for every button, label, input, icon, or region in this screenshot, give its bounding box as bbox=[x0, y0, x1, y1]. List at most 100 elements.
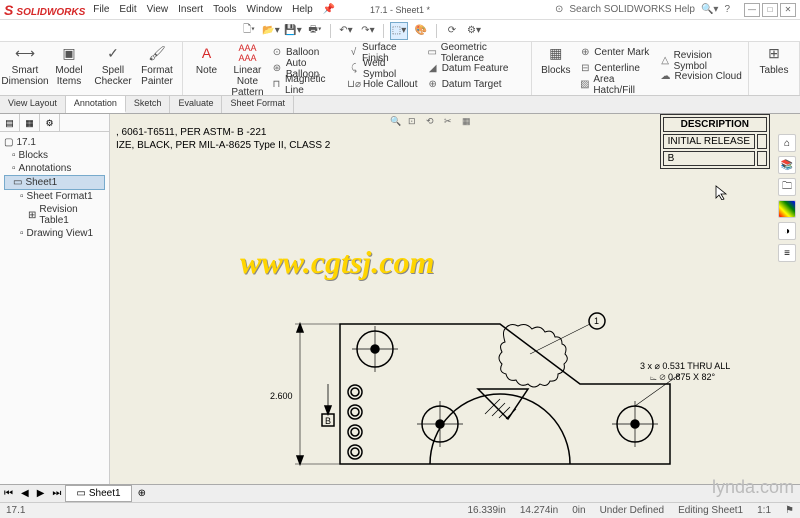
drawing-canvas[interactable]: 🔍 ⊡ ⟲ ✂ ▦ DESCRIPTION INITIAL RELEASE B … bbox=[110, 114, 800, 484]
tab-view-layout[interactable]: View Layout bbox=[0, 96, 66, 113]
tree-blocks[interactable]: ▫Blocks bbox=[4, 149, 105, 162]
search-label[interactable]: Search SOLIDWORKS Help bbox=[569, 4, 695, 15]
appearance-icon[interactable]: ◑ bbox=[778, 222, 796, 240]
nav-prev-icon[interactable]: ◀ bbox=[17, 488, 33, 499]
rev-header: DESCRIPTION bbox=[663, 117, 767, 132]
tab-evaluate[interactable]: Evaluate bbox=[170, 96, 222, 113]
save-icon[interactable]: 💾▾ bbox=[284, 22, 302, 40]
separator bbox=[436, 24, 437, 38]
fm-tab-prop[interactable]: ▦ bbox=[20, 114, 40, 132]
datum-feature-button[interactable]: ◢Datum Feature bbox=[427, 61, 526, 76]
format-painter-button[interactable]: 🖌Format Painter bbox=[138, 44, 176, 93]
library-icon[interactable]: 📚 bbox=[778, 156, 796, 174]
gtol-icon: ▭ bbox=[427, 47, 438, 59]
weld-symbol-button[interactable]: ⤹Weld Symbol bbox=[348, 61, 421, 76]
explorer-icon[interactable]: 🗀 bbox=[778, 178, 796, 196]
minimize-button[interactable]: — bbox=[744, 3, 760, 17]
tab-sketch[interactable]: Sketch bbox=[126, 96, 171, 113]
blocks-icon: ▦ bbox=[546, 44, 566, 64]
datum-b: B bbox=[325, 416, 331, 426]
drawing-view[interactable]: 2.600 B 1 3 x ⌀ 0.531 THRU ALL ⌳ ⌀ 0.875… bbox=[240, 274, 740, 484]
drawing-notes[interactable]: , 6061-T6511, PER ASTM- B -221 IZE, BLAC… bbox=[116, 126, 330, 152]
zoom-area-icon[interactable]: ⊡ bbox=[408, 116, 424, 130]
home-icon[interactable]: ⌂ bbox=[778, 134, 796, 152]
select-icon[interactable]: ⬚▾ bbox=[390, 22, 408, 40]
tables-button[interactable]: ⊞Tables bbox=[755, 44, 793, 93]
note-button[interactable]: ANote bbox=[189, 44, 224, 93]
sheet-icon: ▭ bbox=[13, 177, 22, 188]
tree-rev-table[interactable]: ⊞Revision Table1 bbox=[4, 203, 105, 227]
rev-cell: B bbox=[663, 151, 755, 166]
tree-annotations[interactable]: ▫Annotations bbox=[4, 162, 105, 175]
close-button[interactable]: ✕ bbox=[780, 3, 796, 17]
print-icon[interactable]: 🖶▾ bbox=[306, 22, 324, 40]
datum-target-button[interactable]: ⊕Datum Target bbox=[427, 77, 526, 92]
revision-table[interactable]: DESCRIPTION INITIAL RELEASE B bbox=[660, 114, 770, 169]
search-icon: ⊙ bbox=[555, 4, 563, 15]
section-icon[interactable]: ✂ bbox=[444, 116, 460, 130]
hole-callout-1: 3 x ⌀ 0.531 THRU ALL bbox=[640, 361, 730, 371]
app-logo: S SOLIDWORKS bbox=[4, 2, 85, 18]
nav-first-icon[interactable]: ⏮ bbox=[0, 488, 17, 499]
zoom-fit-icon[interactable]: 🔍 bbox=[390, 116, 406, 130]
blocks-button[interactable]: ▦Blocks bbox=[538, 44, 573, 93]
prev-view-icon[interactable]: ⟲ bbox=[426, 116, 442, 130]
lynda-watermark: lynda.com bbox=[712, 477, 794, 498]
menu-help[interactable]: Help bbox=[292, 4, 313, 15]
rebuild-icon[interactable]: ⟳ bbox=[443, 22, 461, 40]
maximize-button[interactable]: □ bbox=[762, 3, 778, 17]
title-bar: S SOLIDWORKS File Edit View Insert Tools… bbox=[0, 0, 800, 20]
menu-window[interactable]: Window bbox=[247, 4, 283, 15]
model-icon: ▣ bbox=[59, 44, 79, 64]
new-icon[interactable]: 🗋▾ bbox=[240, 22, 258, 40]
tree-sheet1[interactable]: ▭Sheet1 bbox=[4, 175, 105, 190]
redo-icon[interactable]: ↷▾ bbox=[359, 22, 377, 40]
linear-note-button[interactable]: AAAAAALinear Note Pattern bbox=[230, 44, 265, 93]
tree-root[interactable]: ▢17.1 bbox=[4, 136, 105, 149]
property-icon[interactable]: ≡ bbox=[778, 244, 796, 262]
display-icon[interactable]: ▦ bbox=[462, 116, 478, 130]
revision-cloud-button[interactable]: ☁Revision Cloud bbox=[660, 69, 742, 84]
add-sheet-icon[interactable]: ⊕ bbox=[132, 488, 152, 499]
magnetic-line-button[interactable]: ⊓Magnetic Line bbox=[271, 77, 342, 92]
hole-icon: ⊔⌀ bbox=[348, 79, 360, 91]
fm-tab-tree[interactable]: ▤ bbox=[0, 114, 20, 132]
open-icon[interactable]: 📂▾ bbox=[262, 22, 280, 40]
fm-tab-conf[interactable]: ⚙ bbox=[40, 114, 60, 132]
center-mark-button[interactable]: ⊕Center Mark bbox=[579, 45, 653, 60]
menu-view[interactable]: View bbox=[147, 4, 169, 15]
palette-icon[interactable] bbox=[778, 200, 796, 218]
revision-symbol-button[interactable]: △Revision Symbol bbox=[660, 53, 742, 68]
status-y: 14.274in bbox=[520, 505, 558, 516]
tab-annotation[interactable]: Annotation bbox=[66, 96, 126, 113]
smart-dimension-button[interactable]: ⟷Smart Dimension bbox=[6, 44, 44, 93]
sheet-tab-1[interactable]: ▭Sheet1 bbox=[65, 485, 131, 502]
geo-tolerance-button[interactable]: ▭Geometric Tolerance bbox=[427, 45, 526, 60]
menu-pin-icon[interactable]: 📌 bbox=[323, 4, 335, 15]
auto-balloon-icon: ⊛ bbox=[271, 63, 283, 75]
tab-sheet-format[interactable]: Sheet Format bbox=[222, 96, 294, 113]
status-flag-icon[interactable]: ⚑ bbox=[785, 505, 794, 516]
options-icon[interactable]: ⚙▾ bbox=[465, 22, 483, 40]
help-icon[interactable]: ? bbox=[724, 4, 730, 15]
menu-insert[interactable]: Insert bbox=[178, 4, 203, 15]
status-scale[interactable]: 1:1 bbox=[757, 505, 771, 516]
spell-icon: ✓ bbox=[103, 44, 123, 64]
model-items-button[interactable]: ▣Model Items bbox=[50, 44, 88, 93]
undo-icon[interactable]: ↶▾ bbox=[337, 22, 355, 40]
tree-drawing-view[interactable]: ▫Drawing View1 bbox=[4, 227, 105, 240]
tree-sheet-format[interactable]: ▫Sheet Format1 bbox=[4, 190, 105, 203]
menu-edit[interactable]: Edit bbox=[119, 4, 136, 15]
hole-callout-button[interactable]: ⊔⌀Hole Callout bbox=[348, 77, 421, 92]
menu-bar: File Edit View Insert Tools Window Help … bbox=[93, 4, 335, 15]
area-hatch-button[interactable]: ▨Area Hatch/Fill bbox=[579, 77, 653, 92]
spell-checker-button[interactable]: ✓Spell Checker bbox=[94, 44, 132, 93]
status-z: 0in bbox=[572, 505, 585, 516]
color-icon[interactable]: 🎨 bbox=[412, 22, 430, 40]
nav-last-icon[interactable]: ⏭ bbox=[48, 488, 65, 499]
menu-file[interactable]: File bbox=[93, 4, 109, 15]
nav-next-icon[interactable]: ▶ bbox=[33, 488, 49, 499]
menu-tools[interactable]: Tools bbox=[213, 4, 236, 15]
status-defined: Under Defined bbox=[600, 505, 664, 516]
search-dropdown-icon[interactable]: 🔍▾ bbox=[701, 4, 718, 15]
